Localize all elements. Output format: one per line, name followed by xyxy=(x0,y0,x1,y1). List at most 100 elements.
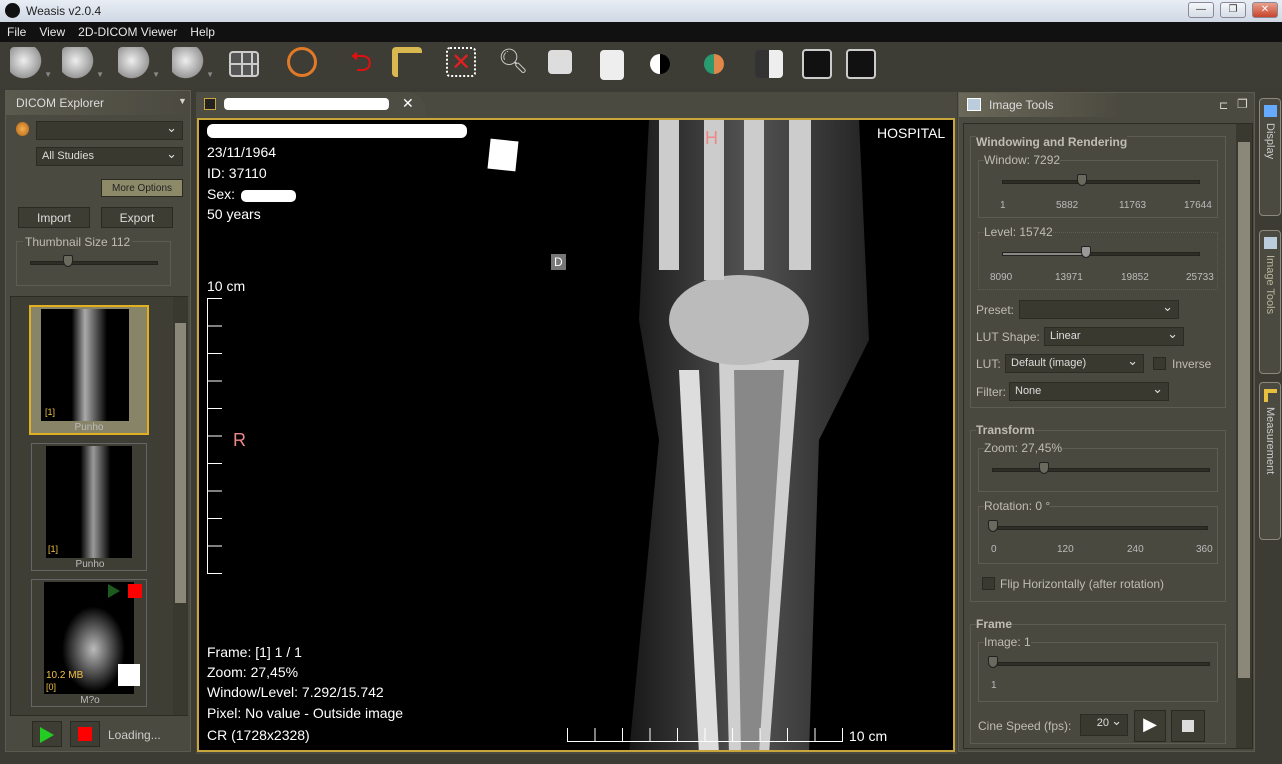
image-index-thumb[interactable] xyxy=(988,656,998,668)
maximize-button[interactable]: ❐ xyxy=(1220,2,1246,18)
load-play-button[interactable] xyxy=(32,721,62,747)
undock-icon[interactable]: ❐ xyxy=(1237,97,1248,111)
thumbnail-size-slider[interactable] xyxy=(30,261,158,265)
menu-file[interactable]: File xyxy=(0,22,32,39)
mouse-stack-icon[interactable]: ▼ xyxy=(172,47,214,81)
thumbnail-item[interactable]: 10.2 MB [0] M?o xyxy=(31,579,147,707)
window-label: Window: 7292 xyxy=(984,153,1061,167)
thumbnail-list: [1] Punho [1] Punho 10.2 MB [0] M?o xyxy=(10,296,188,716)
lead-marker: D xyxy=(551,254,566,270)
rotation-label: Rotation: 0 ° xyxy=(984,499,1051,513)
zoom-slider[interactable] xyxy=(992,468,1210,472)
scrollbar-thumb[interactable] xyxy=(175,323,186,603)
level-slider-thumb[interactable] xyxy=(1081,246,1091,258)
menu-view[interactable]: View xyxy=(32,22,71,39)
filter-select[interactable]: None xyxy=(1009,381,1169,401)
thumbnail-scrollbar[interactable] xyxy=(173,297,188,715)
preset-label: Preset: xyxy=(976,303,1015,317)
thumbnail-size-thumb[interactable] xyxy=(63,255,73,267)
image-index-slider[interactable] xyxy=(992,662,1210,666)
panel-menu-icon[interactable]: ▼ xyxy=(178,96,187,106)
minimize-button[interactable]: — xyxy=(1188,2,1214,18)
patient-name-redacted xyxy=(207,124,467,138)
thumbnail-index: [1] xyxy=(48,544,59,554)
dicom-image-view[interactable]: 23/11/1964 ID: 37110 Sex: 50 years HOSPI… xyxy=(197,118,955,752)
thumbnail-item[interactable]: [1] Punho xyxy=(29,305,149,435)
lut-select[interactable]: Default (image) xyxy=(1005,353,1144,373)
dicom-explorer-title: DICOM Explorer xyxy=(6,91,190,115)
flip-checkbox[interactable] xyxy=(982,577,995,590)
xray-image xyxy=(629,120,869,750)
image-tools-content: Windowing and Rendering Window: 7292 1 5… xyxy=(963,123,1253,749)
spine-view-icon[interactable] xyxy=(846,49,876,79)
rotation-slider-thumb[interactable] xyxy=(988,520,998,532)
tick-label: 8090 xyxy=(990,272,1013,283)
color-lut-icon[interactable] xyxy=(704,54,724,74)
scrollbar-thumb[interactable] xyxy=(1238,142,1250,678)
inverse-checkbox[interactable] xyxy=(1153,357,1166,370)
overlay-modality: CR (1728x2328) xyxy=(207,727,310,743)
thumbnail-item[interactable]: [1] Punho xyxy=(31,443,147,571)
close-tab-icon[interactable]: ✕ xyxy=(402,95,414,112)
invert-lut-icon[interactable] xyxy=(650,54,670,74)
side-tab-image-tools[interactable]: Image Tools xyxy=(1259,230,1281,374)
load-stop-button[interactable] xyxy=(70,721,100,747)
delete-selection-icon[interactable]: ✕ xyxy=(446,47,476,77)
inverse-label: Inverse xyxy=(1172,357,1212,371)
zoom-slider-thumb[interactable] xyxy=(1039,462,1049,474)
menu-bar: File View 2D-DICOM Viewer Help xyxy=(0,22,1282,42)
dicom-file-icon[interactable] xyxy=(600,50,624,80)
close-button[interactable]: ✕ xyxy=(1252,2,1278,18)
menu-2d-dicom-viewer[interactable]: 2D-DICOM Viewer xyxy=(71,22,183,39)
side-tab-display[interactable]: Display xyxy=(1259,98,1281,216)
thumbnail-index: [0] xyxy=(46,682,57,692)
series-icon xyxy=(204,98,216,110)
play-icon[interactable] xyxy=(108,584,120,598)
lens-icon[interactable] xyxy=(548,50,572,74)
mouse-contrast-icon[interactable]: ▼ xyxy=(10,47,52,81)
overlay-pixel: Pixel: No value - Outside image xyxy=(207,705,404,721)
window-slider[interactable] xyxy=(1002,180,1200,184)
window-slider-thumb[interactable] xyxy=(1077,174,1087,186)
image-tools-scrollbar[interactable] xyxy=(1236,124,1252,748)
lut-shape-label: LUT Shape: xyxy=(976,330,1040,344)
overlay-frame: Frame: [1] 1 / 1 xyxy=(207,644,302,660)
windowing-title: Windowing and Rendering xyxy=(976,135,1128,149)
lut-label: LUT: xyxy=(976,357,1001,371)
pin-icon[interactable]: ⊏ xyxy=(1219,99,1228,112)
zoom-magnifier-icon[interactable]: 🔍︎ xyxy=(496,47,530,81)
contrast-lut-icon[interactable] xyxy=(755,50,783,78)
lut-shape-select[interactable]: Linear xyxy=(1044,326,1184,346)
layout-grid-icon[interactable] xyxy=(229,51,259,77)
level-slider[interactable] xyxy=(1002,252,1200,256)
window-title: Weasis v2.0.4 xyxy=(26,4,102,18)
studies-select[interactable]: All Studies xyxy=(36,146,183,166)
mouse-series-icon[interactable]: ▼ xyxy=(118,47,160,81)
cine-play-button[interactable]: ▶ xyxy=(1134,710,1166,742)
side-tab-measurement[interactable]: Measurement xyxy=(1259,382,1281,540)
measure-ruler-icon[interactable] xyxy=(392,47,422,77)
import-button[interactable]: Import xyxy=(18,207,90,228)
mouse-pan-icon[interactable]: ▼ xyxy=(62,47,104,81)
menu-help[interactable]: Help xyxy=(183,22,221,39)
horizontal-scale-label: 10 cm xyxy=(849,728,888,744)
export-button[interactable]: Export xyxy=(101,207,173,228)
horizontal-scale-bar xyxy=(567,718,843,742)
patient-select[interactable] xyxy=(36,120,183,140)
cine-speed-spinner[interactable]: 20 xyxy=(1080,713,1128,736)
preset-select[interactable] xyxy=(1019,299,1179,319)
more-options-button[interactable]: More Options xyxy=(101,179,183,197)
reset-icon[interactable]: ⮌ xyxy=(344,47,378,81)
thumbnail-label: Punho xyxy=(75,559,105,570)
tick-label: 1 xyxy=(991,680,997,691)
synchronize-icon[interactable] xyxy=(287,47,317,77)
side-tab-label: Measurement xyxy=(1264,407,1276,475)
marker-square xyxy=(487,138,519,172)
vertical-scale-bar xyxy=(207,298,231,574)
cine-stop-button[interactable] xyxy=(1171,710,1205,742)
stop-icon[interactable] xyxy=(128,584,142,598)
rotation-slider[interactable] xyxy=(992,526,1208,530)
viewer-tab[interactable]: ✕ xyxy=(196,92,426,117)
crosshair-mpr-icon[interactable] xyxy=(802,49,832,79)
overlay-sex: Sex: xyxy=(207,186,236,202)
